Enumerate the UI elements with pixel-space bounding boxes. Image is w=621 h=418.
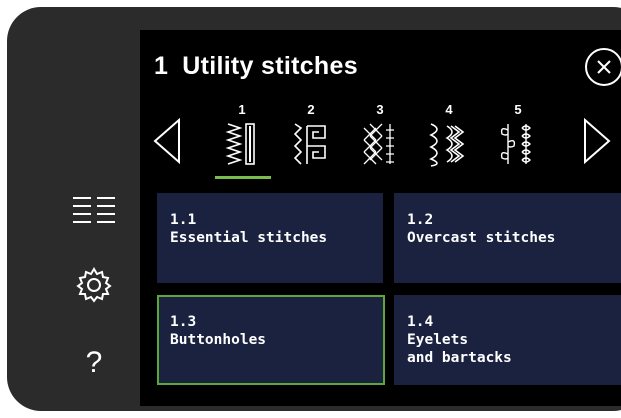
category-title: Essential stitches	[170, 230, 328, 246]
category-tile-1-2[interactable]: 1.2 Overcast stitches	[394, 193, 621, 283]
settings-button[interactable]	[63, 259, 125, 311]
main-screen: 1 Utility stitches 1 2 3 4 5 1.1 Essenti…	[140, 30, 621, 406]
category-number: 1.4	[407, 314, 434, 330]
category-number: 1.2	[407, 212, 434, 228]
square-stitch-icon	[293, 123, 326, 165]
scroll-right-arrow-icon[interactable]	[582, 118, 612, 164]
category-tile-1-1[interactable]: 1.1 Essential stitches	[157, 193, 383, 283]
page-title-text: Utility stitches	[182, 52, 358, 80]
category-title: Overcast stitches	[407, 230, 556, 246]
help-icon: ?	[85, 346, 103, 379]
category-number: 1.3	[170, 314, 197, 330]
zigzag-stitch-icon	[225, 123, 255, 165]
scallop-stitch-icon	[429, 123, 465, 167]
help-button[interactable]: ?	[63, 337, 125, 389]
tab-4[interactable]: 4	[419, 100, 479, 180]
cross-stitch-icon	[363, 123, 394, 165]
tab-label: 4	[445, 102, 453, 117]
tab-3[interactable]: 3	[350, 100, 410, 180]
category-title: Buttonholes	[170, 332, 267, 348]
tab-2[interactable]: 2	[281, 100, 341, 180]
category-number: 1.1	[170, 212, 197, 228]
category-title: Eyelets and bartacks	[407, 332, 512, 366]
selected-tab-indicator	[215, 176, 271, 179]
close-button[interactable]	[585, 48, 621, 86]
page-number: 1	[154, 52, 169, 80]
category-tile-1-4[interactable]: 1.4 Eyelets and bartacks	[394, 295, 621, 385]
menu-list-button[interactable]	[63, 185, 125, 237]
scroll-left-arrow-icon[interactable]	[152, 118, 182, 164]
tab-label: 2	[307, 102, 315, 117]
page-title: 1 Utility stitches	[154, 52, 358, 81]
stitch-tab-strip: 1 2 3 4 5	[140, 100, 621, 186]
tab-1[interactable]: 1	[212, 100, 272, 180]
device-frame: ? 1 Utility stitches 1 2 3 4 5 1.1 Essen…	[7, 7, 621, 411]
leaf-stitch-icon	[500, 124, 531, 164]
category-tile-1-3[interactable]: 1.3 Buttonholes	[157, 295, 385, 385]
close-icon	[597, 60, 611, 74]
menu-list-icon	[73, 197, 115, 223]
settings-gear-icon	[76, 267, 112, 303]
tab-label: 5	[514, 102, 522, 117]
tab-5[interactable]: 5	[488, 100, 548, 180]
tab-label: 1	[238, 102, 246, 117]
left-rail: ?	[7, 7, 140, 411]
tab-label: 3	[376, 102, 384, 117]
